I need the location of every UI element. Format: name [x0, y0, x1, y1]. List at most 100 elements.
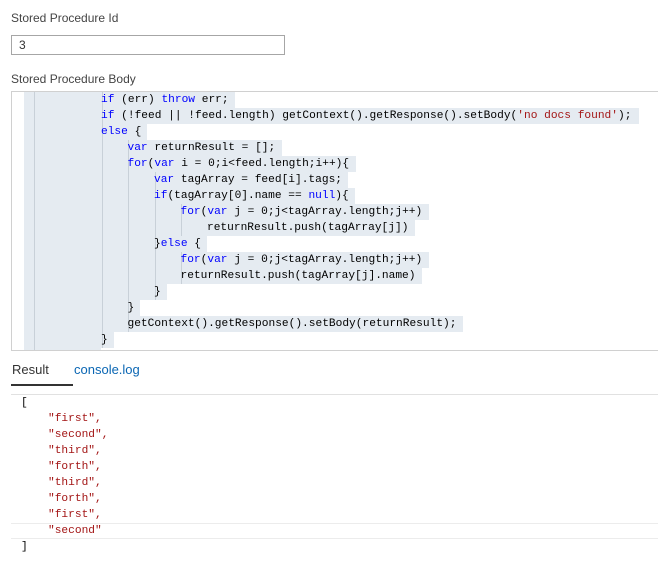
code-line: if (!feed || !feed.length) getContext().… [24, 108, 658, 124]
code-text: }else { [154, 236, 201, 252]
output-array-item: "first", [48, 413, 102, 425]
indent-guide [101, 188, 103, 204]
code-line: getContext().getResponse().setBody(retur… [24, 316, 658, 332]
code-keyword: var [207, 206, 228, 218]
code-token: (tagArray[0].name == [167, 190, 309, 202]
output-array-item: "third", [48, 445, 102, 457]
code-token: { [187, 238, 202, 250]
output-array-item: "second" [48, 525, 102, 537]
code-text: if(tagArray[0].name == null){ [154, 188, 349, 204]
indent-guide [34, 108, 35, 124]
indent-guide [34, 252, 35, 268]
code-keyword: null [308, 190, 336, 202]
code-keyword: for [127, 158, 148, 170]
indent-guide [34, 268, 35, 284]
output-open-bracket: [ [21, 397, 28, 409]
code-keyword: var [207, 254, 228, 266]
code-text: var tagArray = feed[i].tags; [154, 172, 342, 188]
indent-guide [34, 92, 35, 108]
code-string: 'no docs found' [517, 110, 618, 122]
code-text: if (!feed || !feed.length) getContext().… [101, 108, 631, 124]
code-token: j = 0;j<tagArray.length;j++) [227, 254, 423, 266]
indent-guide [154, 268, 156, 284]
indent-guide [128, 220, 129, 236]
code-text: else { [101, 124, 141, 140]
code-keyword: if [101, 110, 115, 122]
code-line: var tagArray = feed[i].tags; [24, 172, 658, 188]
stored-procedure-body-label: Stored Procedure Body [11, 72, 136, 86]
indent-guide [154, 252, 156, 268]
output-array-item: "forth", [48, 461, 102, 473]
code-line: for(var i = 0;i<feed.length;i++){ [24, 156, 658, 172]
tab-result[interactable]: Result [12, 362, 49, 377]
code-line: else { [24, 124, 658, 140]
indent-guide [128, 252, 129, 268]
code-token: } [101, 334, 108, 346]
code-keyword: var [154, 158, 175, 170]
editor-bottom-divider [11, 350, 658, 351]
code-keyword: throw [161, 94, 196, 106]
code-token: returnResult.push(tagArray[j]) [207, 222, 409, 234]
code-token: (err) [114, 94, 162, 106]
selection-highlight [24, 284, 167, 300]
code-line: returnResult.push(tagArray[j]) [24, 220, 658, 236]
code-line: returnResult.push(tagArray[j].name) [24, 268, 658, 284]
code-text: returnResult.push(tagArray[j].name) [181, 268, 416, 284]
code-token: (!feed || !feed.length) getContext().get… [114, 110, 518, 122]
code-keyword: else [160, 238, 188, 250]
indent-guide [181, 220, 182, 236]
code-line: }else { [24, 236, 658, 252]
code-text: if (err) throw err; [101, 92, 229, 108]
output-array-item: "forth", [48, 493, 102, 505]
indent-guide [101, 220, 103, 236]
code-text: for(var j = 0;j<tagArray.length;j++) [181, 204, 423, 220]
indent-guide [34, 316, 35, 332]
code-line: } [24, 332, 658, 348]
indent-guide [154, 204, 156, 220]
code-text: } [128, 300, 135, 316]
code-token: ); [617, 110, 632, 122]
indent-guide [101, 156, 103, 172]
code-token: err; [195, 94, 229, 106]
current-line-highlight [11, 523, 658, 539]
output-array-item: "third", [48, 477, 102, 489]
indent-guide [34, 300, 35, 316]
tab-console-log[interactable]: console.log [74, 362, 140, 377]
code-keyword: for [180, 254, 201, 266]
code-keyword: var [154, 174, 175, 186]
indent-guide [128, 188, 129, 204]
indent-guide [101, 252, 103, 268]
code-text: } [101, 332, 108, 348]
indent-guide [101, 300, 103, 316]
output-array-item: "second", [48, 429, 109, 441]
code-line: for(var j = 0;j<tagArray.length;j++) [24, 204, 658, 220]
code-editor[interactable]: if (err) throw err; if (!feed || !feed.le… [11, 91, 658, 350]
indent-guide [101, 204, 103, 220]
code-text: for(var j = 0;j<tagArray.length;j++) [181, 252, 423, 268]
stored-procedure-id-label: Stored Procedure Id [11, 11, 119, 25]
code-token: tagArray = feed[i].tags; [174, 174, 342, 186]
editor-gutter [12, 92, 24, 350]
indent-guide [101, 140, 103, 156]
code-keyword: var [127, 142, 148, 154]
code-token: i = 0;i<feed.length;i++){ [174, 158, 350, 170]
code-token: ){ [335, 190, 349, 202]
indent-guide [101, 316, 103, 332]
indent-guide [34, 236, 35, 252]
code-line: if (err) throw err; [24, 92, 658, 108]
indent-guide [34, 284, 35, 300]
indent-guide [34, 172, 35, 188]
code-line: } [24, 284, 658, 300]
active-tab-indicator [11, 384, 73, 386]
stored-procedure-id-input[interactable] [11, 35, 285, 55]
code-token: } [154, 238, 161, 250]
indent-guide [34, 220, 35, 236]
code-keyword: else [101, 126, 128, 138]
code-line: var returnResult = []; [24, 140, 658, 156]
code-text: getContext().getResponse().setBody(retur… [128, 316, 457, 332]
indent-guide [34, 156, 35, 172]
indent-guide [101, 284, 103, 300]
indent-guide [128, 268, 129, 284]
indent-guide [128, 284, 129, 300]
code-lines: if (err) throw err; if (!feed || !feed.le… [24, 92, 658, 350]
